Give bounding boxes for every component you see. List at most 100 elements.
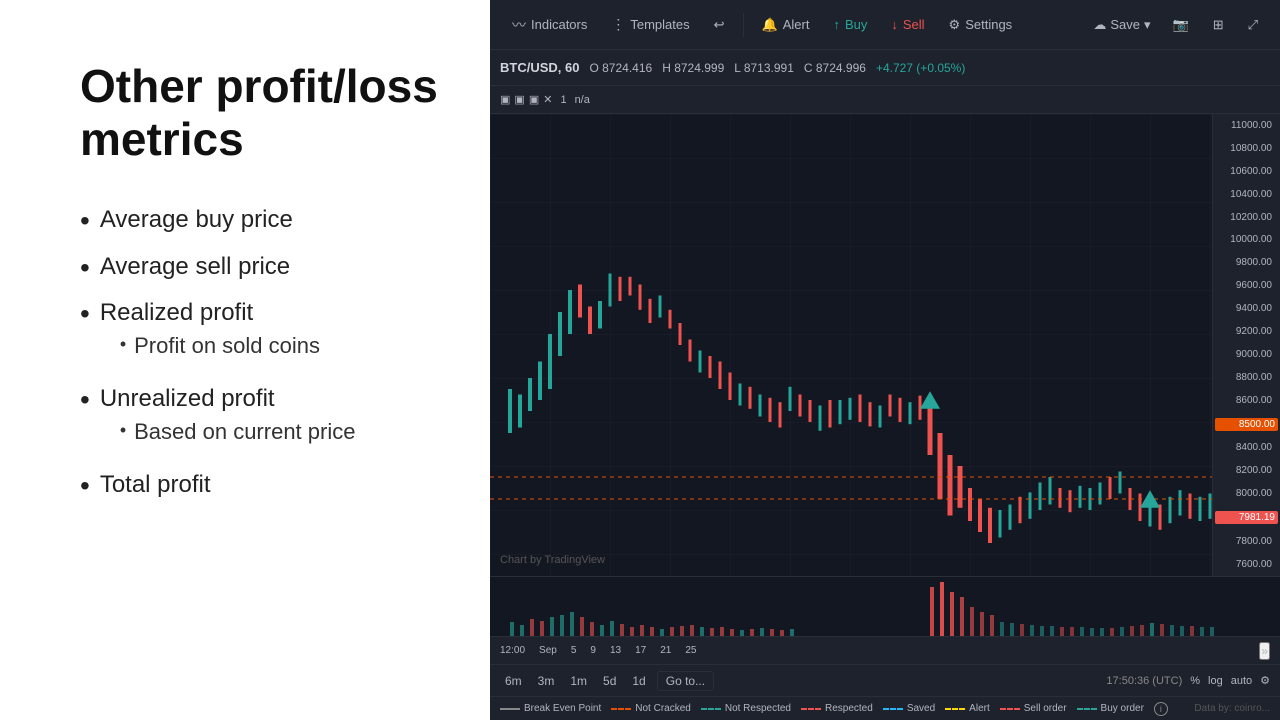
legend-label-not-respected: Not Respected [725,703,791,714]
time-21: 21 [660,645,671,656]
legend-label-sell-order: Sell order [1024,703,1067,714]
alert-icon: 🔔 [762,17,778,33]
pct-toggle[interactable]: % [1190,675,1200,687]
indicators-button[interactable]: 〰 Indicators [502,10,597,40]
toolbar: 〰 Indicators ⋮ Templates ↩ 🔔 Alert ↑ Buy… [490,0,1280,50]
item-label-avg-buy: Average buy price [100,206,293,233]
bullet-dot: • [80,206,90,237]
sub-item-sold-coins: • Profit on sold coins [100,333,320,359]
price-9600: 9600.00 [1215,280,1278,291]
time-1200: 12:00 [500,645,525,656]
tf-1m-button[interactable]: 1m [565,672,592,690]
save-button[interactable]: ☁ Save ▾ [1085,13,1158,37]
sell-icon: ↓ [891,17,898,32]
close-price: C 8724.996 [804,61,866,75]
settings-icon-bottom[interactable]: ⚙ [1260,674,1270,687]
legend-line-not-cracked [611,708,631,710]
price-8600: 8600.00 [1215,395,1278,406]
item-label-avg-sell: Average sell price [100,253,290,280]
legend-label-break-even: Break Even Point [524,703,601,714]
tf-1d-button[interactable]: 1d [627,672,650,690]
settings-button[interactable]: ⚙ Settings [939,12,1023,38]
legend-info-icon[interactable]: i [1154,702,1168,716]
legend-label-not-cracked: Not Cracked [635,703,691,714]
price-9200: 9200.00 [1215,326,1278,337]
item-label-realized: Realized profit [100,299,253,326]
price-10400: 10400.00 [1215,189,1278,200]
layout-button[interactable]: ⊞ [1203,12,1234,38]
legend-label-saved: Saved [907,703,935,714]
buy-button[interactable]: ↑ Buy [823,12,877,37]
undo-button[interactable]: ↩ [704,12,735,38]
bottom-right: 17:50:36 (UTC) % log auto ⚙ [1106,674,1270,687]
tf-6m-button[interactable]: 6m [500,672,527,690]
fullscreen-button[interactable]: ⤢ [1238,12,1268,38]
sell-label: Sell [903,17,925,32]
sell-button[interactable]: ↓ Sell [881,12,934,37]
chart-svg [490,114,1280,576]
pair-label: BTC/USD, 60 [500,60,579,75]
scroll-right-button[interactable]: » [1259,642,1270,660]
alert-button[interactable]: 🔔 Alert [752,12,820,38]
camera-button[interactable]: 📷 [1163,12,1199,38]
camera-icon: 📷 [1173,17,1189,33]
templates-button[interactable]: ⋮ Templates [601,11,699,38]
time-sep: Sep [539,645,557,656]
auto-toggle[interactable]: auto [1231,675,1252,687]
legend-respected: Respected [801,703,873,714]
sub-list-realized: • Profit on sold coins [100,333,320,359]
price-10000: 10000.00 [1215,234,1278,245]
volume-area [490,576,1280,636]
tf-5d-button[interactable]: 5d [598,672,621,690]
sub-dot-2: • [120,419,126,442]
candle-count: 1 [560,94,566,106]
legend-alert: Alert [945,703,990,714]
high-price: H 8724.999 [662,61,724,75]
price-10600: 10600.00 [1215,166,1278,177]
data-by-label: Data by: coinro... [1194,703,1270,714]
slide-title: Other profit/loss metrics [80,60,440,166]
legend-bar: Break Even Point Not Cracked Not Respect… [490,696,1280,720]
undo-icon: ↩ [714,17,725,33]
time-17: 17 [635,645,646,656]
item-label-unrealized: Unrealized profit [100,385,275,412]
price-9400: 9400.00 [1215,303,1278,314]
legend-label-alert: Alert [969,703,990,714]
legend-line-respected [801,708,821,710]
goto-button[interactable]: Go to... [657,671,714,691]
time-13: 13 [610,645,621,656]
price-11000: 11000.00 [1215,120,1278,131]
fullscreen-icon: ⤢ [1248,17,1258,33]
bullet-dot-2: • [80,253,90,284]
list-item-avg-buy: • Average buy price [80,206,440,237]
open-price: O 8724.416 [589,61,652,75]
legend-line-saved [883,708,903,710]
list-item-realized: • Realized profit • Profit on sold coins [80,299,440,369]
chart-area[interactable]: 11000.00 10800.00 10600.00 10400.00 1020… [490,114,1280,576]
buy-label: Buy [845,17,867,32]
sub-item-current-price: • Based on current price [100,419,356,445]
price-8200: 8200.00 [1215,465,1278,476]
price-8000: 8000.00 [1215,488,1278,499]
legend-break-even: Break Even Point [500,703,601,714]
price-7800: 7800.00 [1215,536,1278,547]
indicators-label: Indicators [531,17,587,32]
candle-icon-1: ▣ [500,93,510,106]
list-item-unrealized: • Unrealized profit • Based on current p… [80,385,440,455]
price-7981-tag: 7981.19 [1215,511,1278,524]
legend-line-break-even [500,708,520,710]
legend-not-respected: Not Respected [701,703,791,714]
candle-na: n/a [575,94,590,106]
price-8500-tag: 8500.00 [1215,418,1278,431]
price-8800: 8800.00 [1215,372,1278,383]
save-icon: ☁ [1093,17,1106,33]
legend-label-respected: Respected [825,703,873,714]
price-9000: 9000.00 [1215,349,1278,360]
log-toggle[interactable]: log [1208,675,1223,687]
item-label-total: Total profit [100,471,211,498]
tf-3m-button[interactable]: 3m [533,672,560,690]
chart-watermark: Chart by TradingView [500,554,605,566]
legend-buy-order: Buy order [1077,703,1144,714]
list-item-total: • Total profit [80,471,440,502]
price-9800: 9800.00 [1215,257,1278,268]
